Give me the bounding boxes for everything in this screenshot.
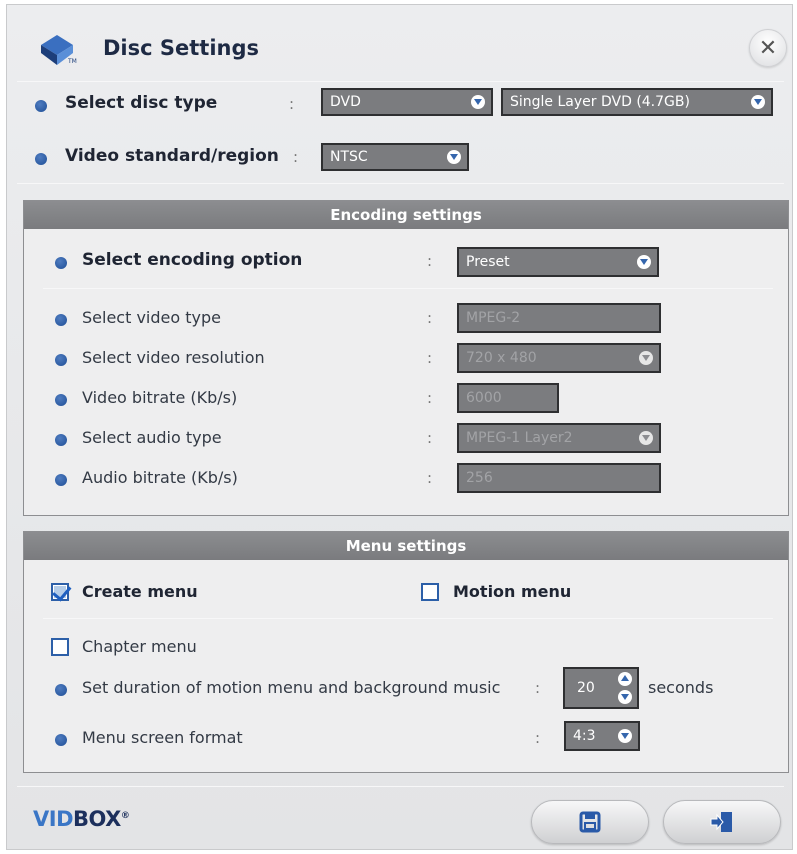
chevron-down-icon [471,95,485,109]
video-bitrate-value: 6000 [466,390,502,406]
audio-type-label: Select audio type [82,428,222,447]
audio-bitrate-label: Audio bitrate (Kb/s) [82,468,238,487]
video-bitrate-label: Video bitrate (Kb/s) [82,388,238,407]
dialog-title: Disc Settings [103,36,260,60]
colon: : [427,389,433,407]
brand-mark: ® [120,811,130,821]
chevron-down-icon [639,431,653,445]
video-resolution-value: 720 x 480 [466,350,537,366]
divider [17,81,784,82]
divider [17,183,784,184]
video-type-value: MPEG-2 [466,310,521,326]
motion-menu-label: Motion menu [453,582,572,601]
video-resolution-dropdown: 720 x 480 [457,343,661,373]
divider [17,786,784,787]
exit-button[interactable] [663,800,781,844]
chevron-down-icon [618,729,632,743]
chevron-down-icon [639,351,653,365]
chevron-down-icon [447,150,461,164]
bullet-icon [55,314,67,326]
bullet-icon [55,734,67,746]
menu-format-dropdown[interactable]: 4:3 [564,721,640,751]
motion-menu-checkbox[interactable] [421,583,439,601]
region-dropdown[interactable]: NTSC [321,143,469,171]
close-icon: ✕ [758,35,778,61]
video-type-label: Select video type [82,308,221,327]
chapter-menu-label: Chapter menu [82,637,197,656]
floppy-disk-icon [579,811,601,833]
video-type-field: MPEG-2 [457,303,661,333]
region-label: Video standard/region [65,146,279,166]
audio-type-value: MPEG-1 Layer2 [466,430,573,446]
brand-part1: VID [33,807,74,831]
bullet-icon [35,153,47,165]
bullet-icon [35,100,47,112]
chevron-down-icon [637,255,651,269]
encoding-settings-header: Encoding settings [24,201,788,229]
bullet-icon [55,354,67,366]
chevron-down-icon [751,95,765,109]
duration-unit-label: seconds [648,678,714,697]
audio-bitrate-value: 256 [466,470,493,486]
encoding-option-label: Select encoding option [82,250,303,270]
encoding-option-dropdown[interactable]: Preset [457,247,659,277]
bullet-icon [55,684,67,696]
brand-part2: BOX [73,807,121,831]
audio-type-dropdown: MPEG-1 Layer2 [457,423,661,453]
bullet-icon [55,394,67,406]
colon: : [289,95,295,113]
disc-capacity-dropdown[interactable]: Single Layer DVD (4.7GB) [501,88,773,116]
decrement-arrow-icon[interactable] [618,690,632,704]
colon: : [427,429,433,447]
bullet-icon [55,474,67,486]
disc-type-value: DVD [330,94,361,110]
colon: : [293,148,299,166]
disc-type-dropdown[interactable]: DVD [321,88,493,116]
video-bitrate-field: 6000 [457,383,559,413]
video-resolution-label: Select video resolution [82,348,265,367]
bullet-icon [55,434,67,446]
vidbox-logo: VIDBOX® [33,807,130,831]
audio-bitrate-field: 256 [457,463,661,493]
encoding-option-value: Preset [466,254,510,270]
chapter-menu-checkbox[interactable] [51,638,69,656]
duration-stepper[interactable]: 20 [563,667,639,709]
divider [43,288,773,289]
region-value: NTSC [330,149,368,165]
colon: : [427,469,433,487]
colon: : [427,309,433,327]
menu-settings-header: Menu settings [24,532,788,560]
disc-settings-dialog: TM Disc Settings ✕ Select disc type : DV… [6,4,793,850]
divider [43,618,773,619]
bullet-icon [55,257,67,269]
colon: : [535,679,541,697]
create-menu-label: Create menu [82,582,198,601]
svg-text:TM: TM [67,58,77,65]
app-logo-icon: TM [41,35,77,65]
exit-door-icon [710,812,732,832]
disc-capacity-value: Single Layer DVD (4.7GB) [510,94,690,110]
menu-format-value: 4:3 [573,728,596,744]
save-button[interactable] [531,800,649,844]
duration-label: Set duration of motion menu and backgrou… [82,678,501,697]
disc-type-label: Select disc type [65,93,218,113]
colon: : [427,252,433,270]
create-menu-checkbox[interactable] [51,583,69,601]
colon: : [427,349,433,367]
colon: : [535,729,541,747]
duration-value: 20 [577,680,595,696]
menu-format-label: Menu screen format [82,728,243,747]
close-button[interactable]: ✕ [749,29,787,67]
increment-arrow-icon[interactable] [618,672,632,686]
